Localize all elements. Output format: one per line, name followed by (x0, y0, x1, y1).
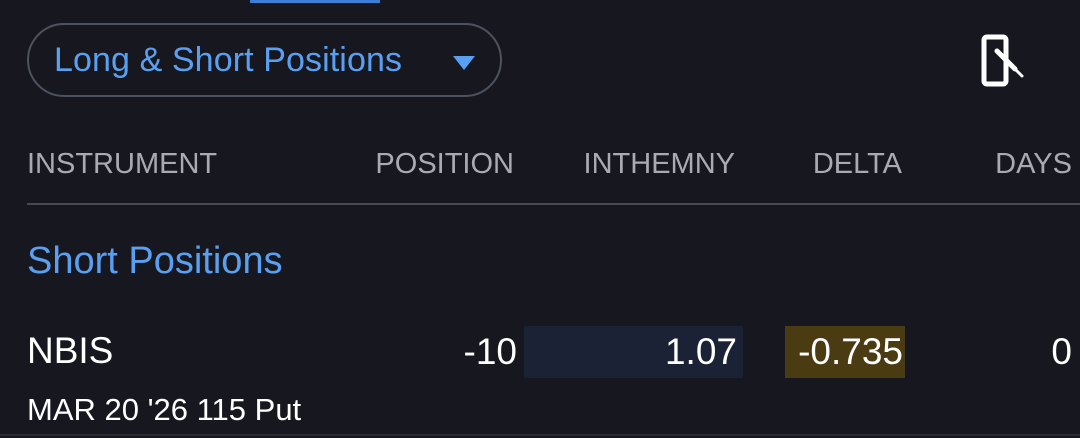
column-header-days[interactable]: DAYS (995, 148, 1072, 181)
position-value: -10 (463, 331, 517, 372)
instrument-contract: MAR 20 '26 115 Put (27, 392, 302, 427)
column-header-inthemny[interactable]: INTHEMNY (584, 148, 735, 181)
active-tab-indicator (250, 0, 380, 3)
instrument-symbol: NBIS (27, 330, 114, 371)
caret-down-icon (453, 56, 475, 70)
days-value: 0 (1051, 331, 1072, 372)
column-header-row: INSTRUMENT POSITION INTHEMNY DELTA DAYS (0, 140, 1080, 194)
section-title-short-positions: Short Positions (27, 240, 283, 282)
row-divider (0, 434, 1080, 436)
inthemny-value: 1.07 (524, 326, 743, 378)
positions-filter-dropdown[interactable]: Long & Short Positions (27, 23, 502, 97)
delta-value: -0.735 (785, 326, 905, 378)
column-header-position[interactable]: POSITION (375, 148, 514, 181)
column-header-delta[interactable]: DELTA (813, 148, 902, 181)
header-divider (27, 203, 1080, 205)
column-header-instrument[interactable]: INSTRUMENT (27, 148, 217, 181)
screen-rotation-icon[interactable] (978, 32, 1028, 90)
filter-label: Long & Short Positions (54, 40, 403, 79)
